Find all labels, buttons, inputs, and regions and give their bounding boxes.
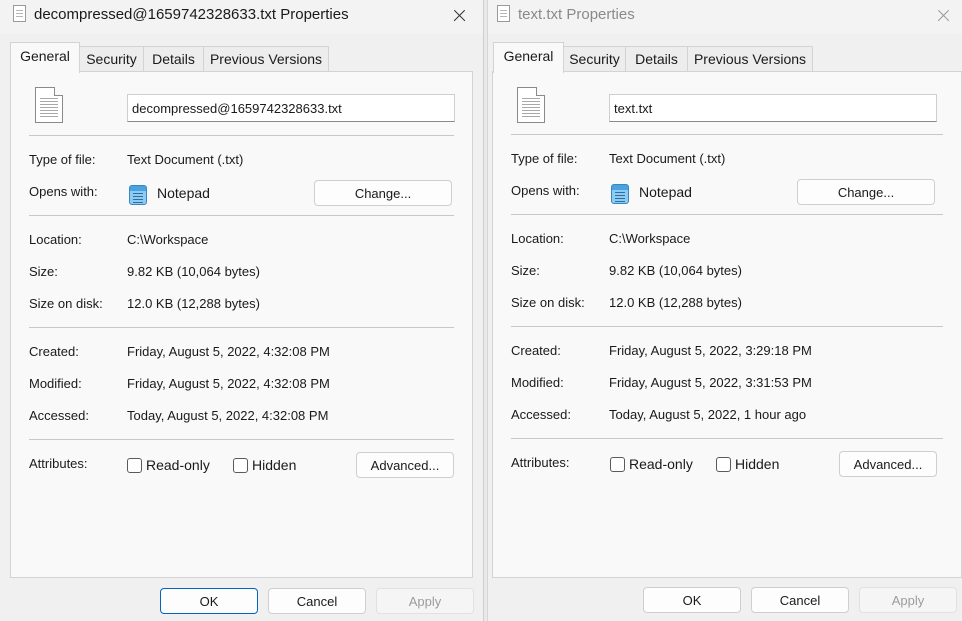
read-only-label: Read-only (146, 457, 210, 473)
size-value: 9.82 KB (10,064 bytes) (609, 263, 742, 278)
title-bar: text.txt Properties (488, 0, 962, 34)
tab-details[interactable]: Details (625, 46, 688, 72)
location-label: Location: (29, 232, 82, 247)
accessed-label: Accessed: (511, 407, 571, 422)
modified-label: Modified: (511, 375, 564, 390)
properties-dialog-decompressed: decompressed@1659742328633.txt Propertie… (0, 0, 484, 621)
divider (29, 135, 454, 136)
divider (511, 134, 943, 135)
hidden-checkbox[interactable] (716, 457, 731, 472)
tab-previous-versions[interactable]: Previous Versions (687, 46, 813, 72)
created-value: Friday, August 5, 2022, 4:32:08 PM (127, 344, 330, 359)
apply-button[interactable]: Apply (376, 588, 474, 614)
general-panel: Type of file: Text Document (.txt) Opens… (492, 71, 962, 578)
tab-general[interactable]: General (493, 42, 564, 73)
change-button[interactable]: Change... (314, 180, 452, 206)
text-file-icon (13, 5, 26, 22)
divider (511, 438, 943, 439)
notepad-icon (611, 184, 629, 204)
read-only-checkbox[interactable] (610, 457, 625, 472)
size-value: 9.82 KB (10,064 bytes) (127, 264, 260, 279)
notepad-icon (129, 185, 147, 205)
tab-details[interactable]: Details (143, 46, 204, 72)
modified-value: Friday, August 5, 2022, 4:32:08 PM (127, 376, 330, 391)
divider (511, 214, 943, 215)
properties-dialog-text: text.txt Properties General Security Det… (487, 0, 962, 621)
divider (29, 327, 454, 328)
advanced-button[interactable]: Advanced... (839, 451, 937, 477)
location-value: C:\Workspace (609, 231, 691, 246)
accessed-value: Today, August 5, 2022, 4:32:08 PM (127, 408, 329, 423)
divider (511, 326, 943, 327)
hidden-label: Hidden (735, 456, 780, 472)
cancel-button[interactable]: Cancel (751, 587, 849, 613)
size-label: Size: (29, 264, 58, 279)
opens-with-label: Opens with: (29, 184, 98, 199)
opens-with-value: Notepad (639, 184, 692, 200)
created-label: Created: (511, 343, 561, 358)
divider (29, 439, 454, 440)
opens-with-value: Notepad (157, 185, 210, 201)
created-value: Friday, August 5, 2022, 3:29:18 PM (609, 343, 812, 358)
close-icon[interactable] (447, 4, 473, 28)
tab-previous-versions[interactable]: Previous Versions (203, 46, 329, 72)
hidden-label: Hidden (252, 457, 297, 473)
location-label: Location: (511, 231, 564, 246)
dialog-title: decompressed@1659742328633.txt Propertie… (34, 6, 349, 23)
tab-security[interactable]: Security (563, 46, 626, 72)
opens-with-label: Opens with: (511, 183, 580, 198)
size-on-disk-value: 12.0 KB (12,288 bytes) (127, 296, 260, 311)
accessed-label: Accessed: (29, 408, 89, 423)
type-of-file-value: Text Document (.txt) (127, 152, 244, 167)
modified-label: Modified: (29, 376, 82, 391)
modified-value: Friday, August 5, 2022, 3:31:53 PM (609, 375, 812, 390)
general-panel: Type of file: Text Document (.txt) Opens… (10, 71, 473, 578)
tab-general[interactable]: General (10, 42, 80, 73)
divider (29, 215, 454, 216)
apply-button[interactable]: Apply (859, 587, 957, 613)
ok-button[interactable]: OK (160, 588, 258, 614)
cancel-button[interactable]: Cancel (268, 588, 366, 614)
title-bar: decompressed@1659742328633.txt Propertie… (0, 0, 483, 34)
type-of-file-value: Text Document (.txt) (609, 151, 726, 166)
text-file-icon (35, 87, 63, 123)
accessed-value: Today, August 5, 2022, 1 hour ago (609, 407, 807, 422)
ok-button[interactable]: OK (643, 587, 741, 613)
read-only-checkbox[interactable] (127, 458, 142, 473)
file-name-input[interactable] (127, 94, 455, 122)
hidden-checkbox[interactable] (233, 458, 248, 473)
attributes-label: Attributes: (511, 455, 570, 470)
advanced-button[interactable]: Advanced... (356, 452, 454, 478)
close-icon[interactable] (931, 4, 957, 28)
created-label: Created: (29, 344, 79, 359)
type-of-file-label: Type of file: (29, 152, 96, 167)
size-label: Size: (511, 263, 540, 278)
text-file-icon (517, 87, 545, 123)
text-file-icon (497, 5, 510, 22)
tab-security[interactable]: Security (79, 46, 144, 72)
dialog-title: text.txt Properties (518, 6, 635, 23)
change-button[interactable]: Change... (797, 179, 935, 205)
read-only-label: Read-only (629, 456, 693, 472)
size-on-disk-label: Size on disk: (29, 296, 103, 311)
file-name-input[interactable] (609, 94, 937, 122)
size-on-disk-value: 12.0 KB (12,288 bytes) (609, 295, 742, 310)
attributes-label: Attributes: (29, 456, 88, 471)
size-on-disk-label: Size on disk: (511, 295, 585, 310)
type-of-file-label: Type of file: (511, 151, 578, 166)
location-value: C:\Workspace (127, 232, 209, 247)
